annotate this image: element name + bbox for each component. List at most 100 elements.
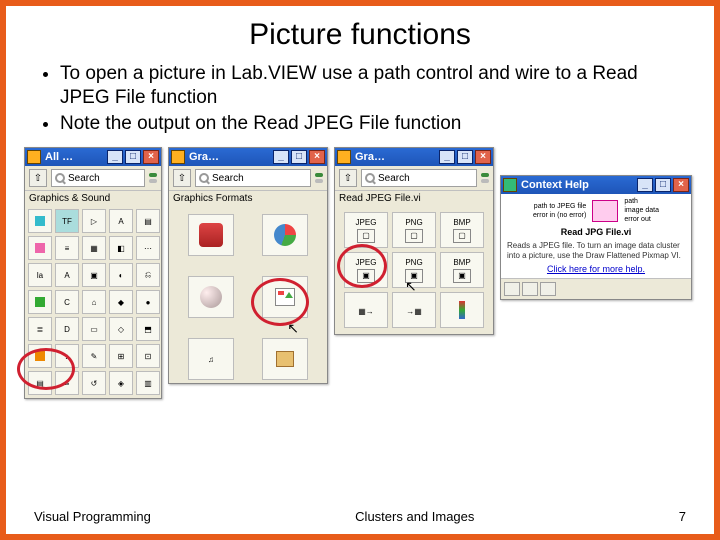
palette-icon[interactable]: ≡ xyxy=(55,371,79,395)
palette-icon-beep[interactable] xyxy=(262,338,308,380)
palette-icon[interactable]: ◈ xyxy=(109,371,133,395)
titlebar: Context Help _ □ × xyxy=(501,176,691,194)
palette-icon[interactable]: ◧ xyxy=(109,236,133,260)
diagram-label: image data xyxy=(624,207,659,214)
search-input[interactable]: Search xyxy=(361,169,477,187)
palette-icon[interactable] xyxy=(28,290,52,314)
icon-grid: TF ▷ A ▤ ≡ ▦ ◧ ⋯ la A ▣ ◐ ⎌ C ⌂ xyxy=(28,209,158,395)
palette-icon[interactable]: ▤ xyxy=(136,209,160,233)
bullet-item: Note the output on the Read JPEG File fu… xyxy=(60,112,692,136)
palette-icon[interactable]: ◇ xyxy=(109,317,133,341)
close-button[interactable]: × xyxy=(475,150,491,164)
minimize-button[interactable]: _ xyxy=(637,178,653,192)
palette-icon[interactable]: C xyxy=(55,290,79,314)
search-icon xyxy=(55,173,65,183)
palette-icon[interactable]: ≡ xyxy=(55,236,79,260)
palette-icon-sound[interactable]: ♫ xyxy=(188,338,234,380)
context-help-window: Context Help _ □ × path to JPEG file err… xyxy=(500,175,692,300)
palette-icon[interactable]: ↺ xyxy=(82,371,106,395)
palette-icon[interactable]: ▥ xyxy=(136,371,160,395)
window-title: All … xyxy=(45,151,105,163)
close-button[interactable]: × xyxy=(673,178,689,192)
palette-icon[interactable]: ♪ xyxy=(55,344,79,368)
write-jpeg-icon[interactable]: JPEG▣ xyxy=(344,252,388,288)
help-subtitle: Read JPG File.vi xyxy=(507,227,685,237)
help-diagram: path to JPEG file error in (no error) pa… xyxy=(507,198,685,223)
read-jpeg-icon[interactable]: JPEG▢ xyxy=(344,212,388,248)
palette-icon[interactable]: ≣ xyxy=(28,317,52,341)
palette-icon[interactable] xyxy=(28,236,52,260)
palette-icon[interactable] xyxy=(28,209,52,233)
write-bmp-icon[interactable]: BMP▣ xyxy=(440,252,484,288)
help-detail-button[interactable] xyxy=(540,282,556,296)
search-input[interactable]: Search xyxy=(195,169,311,187)
window-title: Gra… xyxy=(355,151,437,163)
titlebar: All … _ □ × xyxy=(25,148,161,166)
palette-subheader: Graphics & Sound xyxy=(25,191,161,206)
palette-icon[interactable]: ▭ xyxy=(82,317,106,341)
help-lock-button[interactable] xyxy=(522,282,538,296)
maximize-button[interactable]: □ xyxy=(655,178,671,192)
palette-icon-picture-funcs[interactable] xyxy=(188,214,234,256)
back-button[interactable]: ⇧ xyxy=(339,169,357,187)
view-toggle[interactable] xyxy=(315,173,323,183)
palette-icon[interactable]: ◆ xyxy=(109,290,133,314)
palette-icon[interactable]: TF xyxy=(55,209,79,233)
palette-icon[interactable]: ⎌ xyxy=(136,263,160,287)
search-label: Search xyxy=(378,173,410,184)
palette-icon[interactable]: ◐ xyxy=(109,263,133,287)
maximize-button[interactable]: □ xyxy=(291,150,307,164)
palette-icon[interactable]: ▤ xyxy=(28,371,52,395)
palette-icon[interactable]: ▷ xyxy=(82,209,106,233)
palette-icon[interactable] xyxy=(28,344,52,368)
close-button[interactable]: × xyxy=(143,150,159,164)
view-toggle[interactable] xyxy=(481,173,489,183)
palette-icon[interactable]: ⌂ xyxy=(82,290,106,314)
app-icon xyxy=(171,150,185,164)
maximize-button[interactable]: □ xyxy=(125,150,141,164)
minimize-button[interactable]: _ xyxy=(273,150,289,164)
close-button[interactable]: × xyxy=(309,150,325,164)
cursor-icon: ↖ xyxy=(405,278,417,295)
palette-icon[interactable]: A xyxy=(55,263,79,287)
search-input[interactable]: Search xyxy=(51,169,145,187)
help-toggle-button[interactable] xyxy=(504,282,520,296)
bullet-item: To open a picture in Lab.VIEW use a path… xyxy=(60,62,692,110)
palette-icon[interactable]: ● xyxy=(136,290,160,314)
maximize-button[interactable]: □ xyxy=(457,150,473,164)
palette-icon-graphics-formats[interactable] xyxy=(262,276,308,318)
back-button[interactable]: ⇧ xyxy=(173,169,191,187)
icon-grid: ♫ xyxy=(188,214,308,380)
titlebar: Gra… _ □ × xyxy=(335,148,493,166)
minimize-button[interactable]: _ xyxy=(439,150,455,164)
help-more-link[interactable]: Click here for more help. xyxy=(507,264,685,274)
read-bmp-icon[interactable]: BMP▢ xyxy=(440,212,484,248)
palette-graphics-formats: Gra… _ □ × ⇧ Search Graphics Formats xyxy=(168,147,328,384)
screenshot-row: All … _ □ × ⇧ Search Graphics & Sound xyxy=(18,145,702,399)
palette-icon-picture-plots[interactable] xyxy=(262,214,308,256)
palette-icon[interactable]: ▣ xyxy=(82,263,106,287)
palette-icon-3d[interactable] xyxy=(188,276,234,318)
palette-icon[interactable]: ✎ xyxy=(82,344,106,368)
diagram-label: path xyxy=(624,198,638,205)
back-button[interactable]: ⇧ xyxy=(29,169,47,187)
color-table-icon[interactable] xyxy=(440,292,484,328)
palette-icon[interactable]: ⬒ xyxy=(136,317,160,341)
minimize-button[interactable]: _ xyxy=(107,150,123,164)
diagram-label: error in (no error) xyxy=(533,212,586,219)
view-toggle[interactable] xyxy=(149,173,157,183)
unflatten-pixmap-icon[interactable]: →▦ xyxy=(392,292,436,328)
palette-toolbar: ⇧ Search xyxy=(169,166,327,191)
palette-icon[interactable]: ⊞ xyxy=(109,344,133,368)
palette-icon[interactable]: ⋯ xyxy=(136,236,160,260)
palette-icon[interactable]: A xyxy=(109,209,133,233)
palette-icon[interactable]: ⊡ xyxy=(136,344,160,368)
palette-all: All … _ □ × ⇧ Search Graphics & Sound xyxy=(24,147,162,399)
help-footer xyxy=(501,278,691,299)
help-description: Reads a JPEG file. To turn an image data… xyxy=(507,241,685,260)
flatten-pixmap-icon[interactable]: ▦→ xyxy=(344,292,388,328)
palette-icon[interactable]: ▦ xyxy=(82,236,106,260)
read-png-icon[interactable]: PNG▢ xyxy=(392,212,436,248)
palette-icon[interactable]: D xyxy=(55,317,79,341)
palette-icon[interactable]: la xyxy=(28,263,52,287)
